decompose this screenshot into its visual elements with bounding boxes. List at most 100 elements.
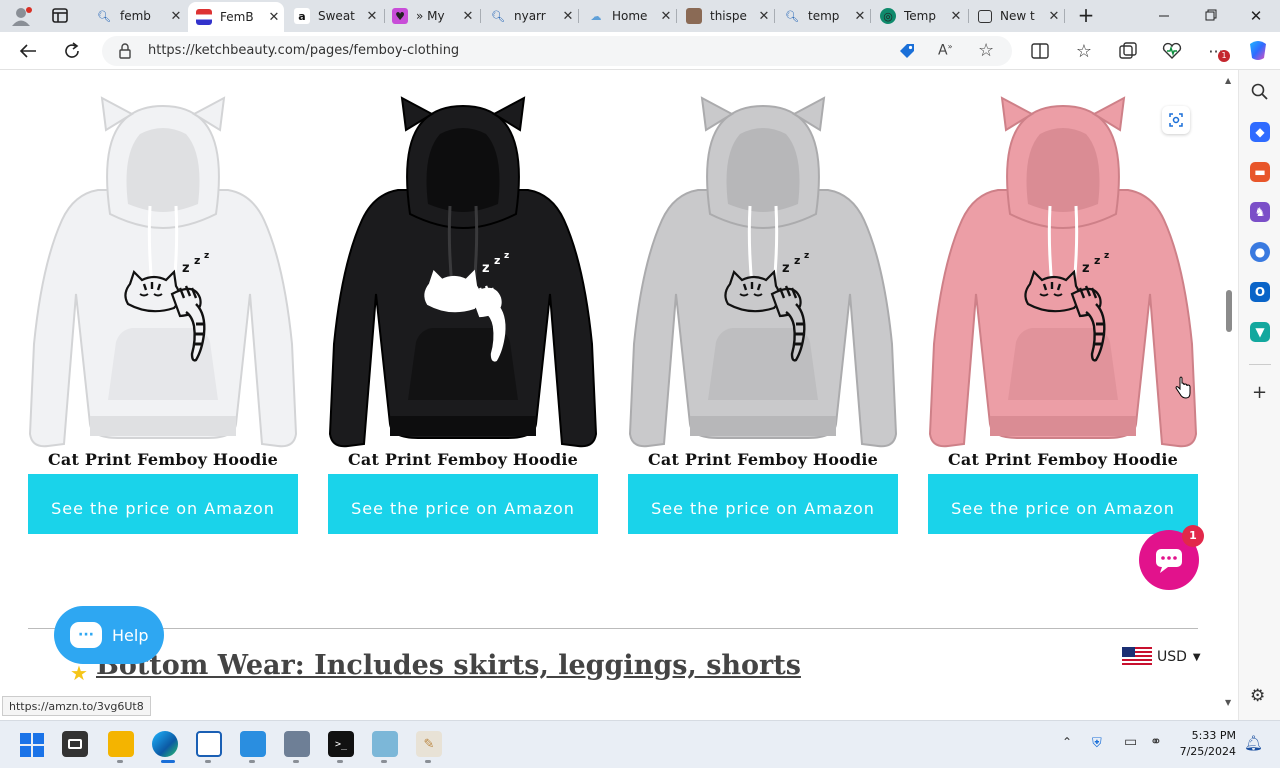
start-button[interactable] xyxy=(20,733,44,757)
close-tab-icon[interactable]: ✕ xyxy=(656,9,676,24)
tab-femboy-clothing[interactable]: FemB ✕ xyxy=(188,2,284,32)
notes-icon[interactable] xyxy=(372,731,398,757)
sidebar-games-icon[interactable]: ♞ xyxy=(1250,202,1270,222)
sidebar-settings-button[interactable]: ⚙ xyxy=(1250,686,1265,706)
tab-actions-icon xyxy=(52,8,68,23)
product-title[interactable]: Cat Print Femboy Hoodie xyxy=(328,450,598,469)
section-heading-bottom-wear[interactable]: Bottom Wear: Includes skirts, leggings, … xyxy=(96,650,801,681)
app-window-icon[interactable] xyxy=(196,731,222,757)
shopping-tag-icon[interactable] xyxy=(898,42,916,64)
url-text[interactable]: https://ketchbeauty.com/pages/femboy-clo… xyxy=(148,43,459,58)
tab-nyarr-search[interactable]: 🔍︎ nyarr ✕ xyxy=(482,2,578,30)
product-image-hoodie-gray[interactable]: zz z xyxy=(628,94,898,450)
hoodie-hem xyxy=(990,416,1136,436)
cat-zzz: z xyxy=(204,251,209,261)
minimize-button[interactable] xyxy=(1152,8,1176,24)
security-tray-icon[interactable]: ⛨ xyxy=(1092,736,1102,751)
help-button[interactable]: ··· Help xyxy=(54,606,164,664)
network-tray-icon[interactable]: ⚭ xyxy=(1150,734,1162,750)
product-image-hoodie-pink[interactable]: zz z xyxy=(928,94,1198,450)
cat-zzz: z xyxy=(182,261,190,276)
tab-temp-search[interactable]: 🔍︎ temp ✕ xyxy=(776,2,870,30)
currency-label: USD xyxy=(1157,649,1187,665)
currency-selector[interactable]: USD ▼ xyxy=(1122,646,1206,668)
paint-icon[interactable]: ✎ xyxy=(416,731,442,757)
see-price-on-amazon-button[interactable]: See the price on Amazon xyxy=(28,474,298,534)
close-tab-icon[interactable]: ✕ xyxy=(946,9,966,24)
read-aloud-icon[interactable]: A» xyxy=(938,42,952,59)
profile-button[interactable] xyxy=(10,6,32,26)
tab-actions-button[interactable] xyxy=(52,8,68,23)
back-button[interactable] xyxy=(16,39,40,63)
sidebar-shopping-icon[interactable]: ◆ xyxy=(1250,122,1270,142)
close-window-button[interactable]: ✕ xyxy=(1244,7,1268,25)
cat-zzz: z xyxy=(1094,254,1100,267)
see-price-on-amazon-button[interactable]: See the price on Amazon xyxy=(928,474,1198,534)
documents-icon[interactable] xyxy=(284,731,310,757)
see-price-on-amazon-button[interactable]: See the price on Amazon xyxy=(328,474,598,534)
sidebar-search-button[interactable] xyxy=(1250,82,1270,102)
sidebar-microsoft365-icon[interactable]: ● xyxy=(1250,242,1270,262)
lock-icon[interactable] xyxy=(118,43,132,63)
tab-home[interactable]: ☁ Home ✕ xyxy=(580,2,676,30)
chat-bubble-icon: ··· xyxy=(70,622,102,648)
scroll-up-arrow[interactable]: ▲ xyxy=(1225,76,1231,85)
sidebar-outlook-icon[interactable]: O xyxy=(1250,282,1270,302)
notification-bell-icon[interactable]: 🔔︎ xyxy=(1244,734,1263,752)
close-tab-icon[interactable]: ✕ xyxy=(458,9,478,24)
us-flag-icon xyxy=(1122,647,1152,667)
tray-chevron-icon[interactable]: ⌃ xyxy=(1062,735,1072,749)
tab-my[interactable]: ♥ » My ✕ xyxy=(384,2,478,30)
sidebar-tools-icon[interactable]: ▬ xyxy=(1250,162,1270,182)
photos-icon[interactable] xyxy=(240,731,266,757)
browser-toolbar: https://ketchbeauty.com/pages/femboy-clo… xyxy=(0,32,1280,70)
favorite-star-icon[interactable]: ☆ xyxy=(978,40,994,61)
restore-button[interactable] xyxy=(1198,8,1222,24)
taskview-icon[interactable] xyxy=(62,731,88,757)
address-bar[interactable]: https://ketchbeauty.com/pages/femboy-clo… xyxy=(102,36,1012,66)
clock-date[interactable]: 7/25/2024 xyxy=(1174,745,1236,758)
refresh-icon xyxy=(65,42,79,58)
tab-thisperson[interactable]: thispe ✕ xyxy=(678,2,774,30)
tab-femboy-search[interactable]: 🔍︎ femb ✕ xyxy=(88,2,186,30)
tab-amazon-sweater[interactable]: a Sweat ✕ xyxy=(286,2,382,30)
scroll-down-arrow[interactable]: ▼ xyxy=(1225,698,1231,707)
product-title[interactable]: Cat Print Femboy Hoodie xyxy=(628,450,898,469)
scroll-thumb[interactable] xyxy=(1226,290,1232,332)
product-image-hoodie-white[interactable]: zz z xyxy=(28,94,298,450)
favorites-button[interactable]: ☆ xyxy=(1072,39,1096,63)
split-screen-button[interactable] xyxy=(1028,39,1052,63)
photo-icon xyxy=(686,8,702,24)
amazon-icon: a xyxy=(294,8,310,24)
refresh-button[interactable] xyxy=(60,39,84,63)
sidebar-drop-icon[interactable]: ▼ xyxy=(1250,322,1270,342)
browser-essentials-button[interactable] xyxy=(1160,39,1184,63)
tab-new-tab[interactable]: New t ✕ xyxy=(970,2,1064,30)
hoodie-hood-inner xyxy=(426,128,500,212)
close-tab-icon[interactable]: ✕ xyxy=(850,9,870,24)
close-tab-icon[interactable]: ✕ xyxy=(362,9,382,24)
sidebar-add-button[interactable]: + xyxy=(1252,382,1267,403)
display-tray-icon[interactable]: ▭ xyxy=(1124,734,1137,750)
collections-button[interactable] xyxy=(1116,39,1140,63)
page-scrollbar[interactable]: ▲ ▼ xyxy=(1222,70,1236,716)
close-tab-icon[interactable]: ✕ xyxy=(166,9,186,24)
edge-browser-icon[interactable] xyxy=(152,731,178,757)
close-tab-icon[interactable]: ✕ xyxy=(754,9,774,24)
clock-time[interactable]: 5:33 PM xyxy=(1180,729,1236,742)
copilot-button[interactable] xyxy=(1246,40,1270,62)
terminal-icon[interactable]: >_ xyxy=(328,731,354,757)
product-title[interactable]: Cat Print Femboy Hoodie xyxy=(28,450,298,469)
copilot-icon xyxy=(1250,41,1266,60)
heartbeat-icon xyxy=(1162,42,1182,59)
cat-zzz: z xyxy=(1104,251,1109,261)
close-tab-icon[interactable]: ✕ xyxy=(1044,9,1064,24)
tab-temp[interactable]: ◎ Temp ✕ xyxy=(872,2,966,30)
close-tab-icon[interactable]: ✕ xyxy=(264,10,284,25)
see-price-on-amazon-button[interactable]: See the price on Amazon xyxy=(628,474,898,534)
product-title[interactable]: Cat Print Femboy Hoodie xyxy=(928,450,1198,469)
close-tab-icon[interactable]: ✕ xyxy=(558,9,578,24)
new-tab-button[interactable]: + xyxy=(1076,5,1096,25)
product-image-hoodie-black[interactable]: zz z xyxy=(328,94,598,450)
file-explorer-icon[interactable] xyxy=(108,731,134,757)
